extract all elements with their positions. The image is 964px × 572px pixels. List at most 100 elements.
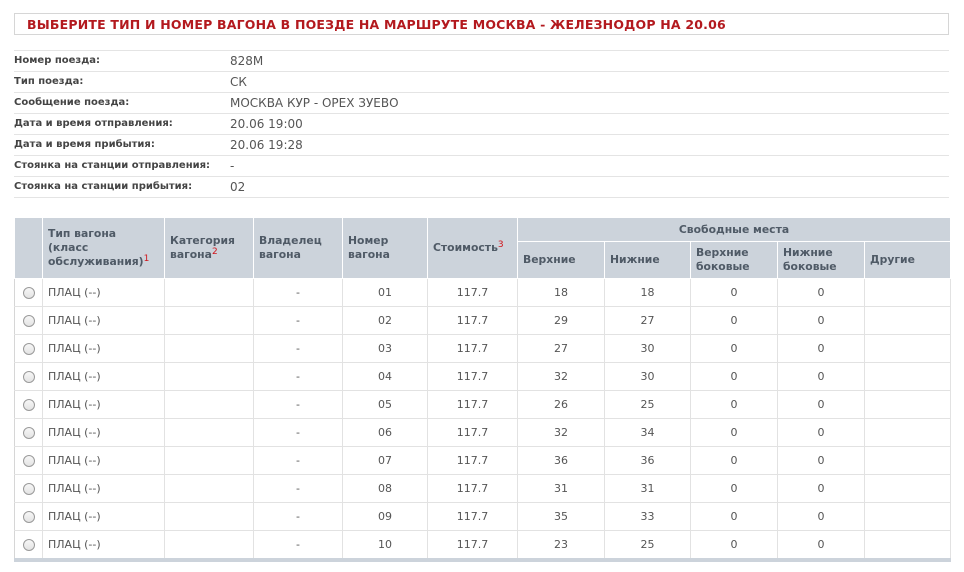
footnote-1[interactable]: 1 bbox=[144, 254, 150, 264]
table-row[interactable]: ПЛАЦ (--) -10 117.7 23 25 0 0 bbox=[14, 530, 951, 562]
train-info: Номер поезда: 828М Тип поезда: СК Сообще… bbox=[14, 50, 949, 198]
cell-lower-side: 0 bbox=[777, 278, 865, 307]
cell-lower: 18 bbox=[604, 278, 691, 307]
cell-select bbox=[14, 390, 43, 419]
wagon-radio[interactable] bbox=[22, 539, 35, 551]
cell-lower-side: 0 bbox=[777, 474, 865, 503]
arrival-row: Дата и время прибытия: 20.06 19:28 bbox=[14, 134, 949, 155]
cell-owner: - bbox=[253, 362, 343, 391]
table-row[interactable]: ПЛАЦ (--) -08 117.7 31 31 0 0 bbox=[14, 474, 951, 503]
cell-other bbox=[864, 306, 951, 335]
cell-category bbox=[164, 446, 254, 475]
cell-upper: 35 bbox=[517, 502, 605, 531]
table-row[interactable]: ПЛАЦ (--) -06 117.7 32 34 0 0 bbox=[14, 418, 951, 447]
header-price: Стоимость3 bbox=[427, 217, 518, 279]
table-row[interactable]: ПЛАЦ (--) -04 117.7 32 30 0 0 bbox=[14, 362, 951, 391]
header-upper: Верхние bbox=[517, 241, 605, 279]
cell-select bbox=[14, 502, 43, 531]
cell-upper-side: 0 bbox=[690, 446, 778, 475]
cell-wagon-number: 05 bbox=[342, 390, 428, 419]
departure-value: 20.06 19:00 bbox=[230, 117, 303, 131]
cell-upper: 32 bbox=[517, 362, 605, 391]
table-row[interactable]: ПЛАЦ (--) -03 117.7 27 30 0 0 bbox=[14, 334, 951, 363]
header-other: Другие bbox=[864, 241, 951, 279]
arrival-value: 20.06 19:28 bbox=[230, 138, 303, 152]
wagon-radio[interactable] bbox=[22, 455, 35, 467]
cell-price: 117.7 bbox=[427, 334, 518, 363]
cell-wagon-number: 03 bbox=[342, 334, 428, 363]
stop-arrival-row: Стоянка на станции прибытия: 02 bbox=[14, 176, 949, 198]
cell-lower-side: 0 bbox=[777, 390, 865, 419]
cell-owner: - bbox=[253, 390, 343, 419]
cell-other bbox=[864, 334, 951, 363]
cell-price: 117.7 bbox=[427, 418, 518, 447]
cell-category bbox=[164, 362, 254, 391]
header-category-text: Категория вагона bbox=[170, 234, 235, 261]
cell-upper-side: 0 bbox=[690, 362, 778, 391]
cell-upper-side: 0 bbox=[690, 418, 778, 447]
table-row[interactable]: ПЛАЦ (--) -02 117.7 29 27 0 0 bbox=[14, 306, 951, 335]
stop-arrival-label: Стоянка на станции прибытия: bbox=[14, 181, 193, 192]
cell-select bbox=[14, 334, 43, 363]
cell-select bbox=[14, 530, 43, 562]
cell-category bbox=[164, 334, 254, 363]
train-number-label: Номер поезда: bbox=[14, 55, 101, 66]
wagon-radio[interactable] bbox=[22, 343, 35, 355]
cell-price: 117.7 bbox=[427, 278, 518, 307]
cell-wagon-type: ПЛАЦ (--) bbox=[42, 278, 165, 307]
wagon-radio[interactable] bbox=[22, 483, 35, 495]
cell-wagon-number: 07 bbox=[342, 446, 428, 475]
cell-upper-side: 0 bbox=[690, 390, 778, 419]
cell-select bbox=[14, 306, 43, 335]
cell-wagon-number: 01 bbox=[342, 278, 428, 307]
arrival-label: Дата и время прибытия: bbox=[14, 139, 155, 150]
cell-select bbox=[14, 474, 43, 503]
cell-other bbox=[864, 418, 951, 447]
table-row[interactable]: ПЛАЦ (--) -09 117.7 35 33 0 0 bbox=[14, 502, 951, 531]
cell-lower-side: 0 bbox=[777, 530, 865, 562]
stop-departure-label: Стоянка на станции отправления: bbox=[14, 160, 211, 171]
cell-lower: 25 bbox=[604, 530, 691, 562]
wagon-radio[interactable] bbox=[22, 511, 35, 523]
cell-wagon-type: ПЛАЦ (--) bbox=[42, 446, 165, 475]
route-value: МОСКВА КУР - ОРЕХ ЗУЕВО bbox=[230, 96, 399, 110]
cell-wagon-type: ПЛАЦ (--) bbox=[42, 530, 165, 562]
cell-upper: 26 bbox=[517, 390, 605, 419]
train-number-row: Номер поезда: 828М bbox=[14, 50, 949, 71]
footnote-3[interactable]: 3 bbox=[498, 240, 504, 250]
table-row[interactable]: ПЛАЦ (--) -05 117.7 26 25 0 0 bbox=[14, 390, 951, 419]
wagon-radio[interactable] bbox=[22, 315, 35, 327]
cell-lower-side: 0 bbox=[777, 306, 865, 335]
footnote-2[interactable]: 2 bbox=[212, 247, 218, 257]
wagon-radio[interactable] bbox=[22, 287, 35, 299]
cell-wagon-type: ПЛАЦ (--) bbox=[42, 362, 165, 391]
table-row[interactable]: ПЛАЦ (--) -01 117.7 18 18 0 0 bbox=[14, 278, 951, 307]
cell-other bbox=[864, 474, 951, 503]
cell-upper-side: 0 bbox=[690, 306, 778, 335]
wagons-table: Тип вагона (класс обслуживания)1 Категор… bbox=[14, 217, 951, 562]
wagon-radio[interactable] bbox=[22, 427, 35, 439]
cell-wagon-type: ПЛАЦ (--) bbox=[42, 418, 165, 447]
cell-wagon-number: 04 bbox=[342, 362, 428, 391]
cell-category bbox=[164, 474, 254, 503]
cell-upper: 23 bbox=[517, 530, 605, 562]
departure-row: Дата и время отправления: 20.06 19:00 bbox=[14, 113, 949, 134]
cell-lower: 30 bbox=[604, 334, 691, 363]
cell-other bbox=[864, 530, 951, 562]
page-title: ВЫБЕРИТЕ ТИП И НОМЕР ВАГОНА В ПОЕЗДЕ НА … bbox=[27, 17, 726, 32]
cell-select bbox=[14, 418, 43, 447]
table-row[interactable]: ПЛАЦ (--) -07 117.7 36 36 0 0 bbox=[14, 446, 951, 475]
departure-label: Дата и время отправления: bbox=[14, 118, 173, 129]
wagon-radio[interactable] bbox=[22, 371, 35, 383]
cell-owner: - bbox=[253, 446, 343, 475]
wagons-table-body: ПЛАЦ (--) -01 117.7 18 18 0 0 ПЛАЦ (--) -02 117.7… bbox=[14, 278, 951, 562]
header-select bbox=[14, 217, 43, 279]
cell-upper: 29 bbox=[517, 306, 605, 335]
header-wagon-number: Номер вагона bbox=[342, 217, 428, 279]
cell-category bbox=[164, 306, 254, 335]
cell-other bbox=[864, 446, 951, 475]
wagon-radio[interactable] bbox=[22, 399, 35, 411]
cell-owner: - bbox=[253, 278, 343, 307]
cell-wagon-type: ПЛАЦ (--) bbox=[42, 334, 165, 363]
cell-upper-side: 0 bbox=[690, 278, 778, 307]
